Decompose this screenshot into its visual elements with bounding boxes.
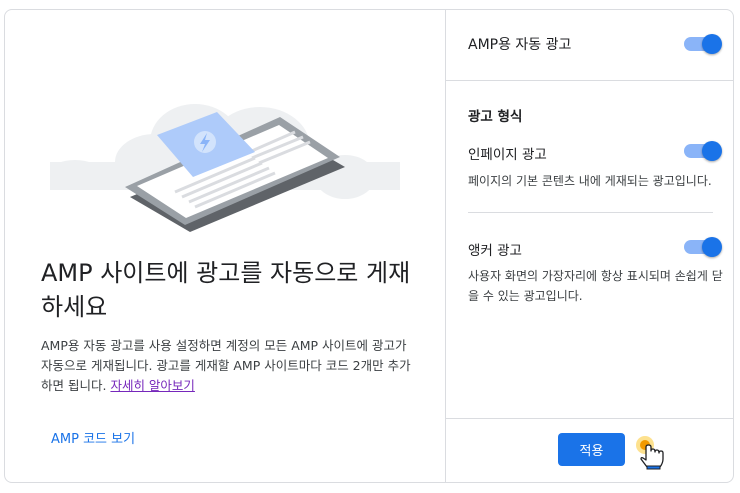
description-text: AMP용 자동 광고를 사용 설정하면 계정의 모든 AMP 사이트에 광고가 …	[41, 338, 411, 393]
phone-ad-illustration	[50, 104, 400, 232]
page-description: AMP용 자동 광고를 사용 설정하면 계정의 모든 AMP 사이트에 광고가 …	[41, 336, 421, 396]
anchor-ads-description: 사용자 화면의 가장자리에 항상 표시되며 손쉽게 닫을 수 있는 광고입니다.	[468, 269, 723, 303]
settings-panel: AMP용 자동 광고 광고 형식 인페이지 광고 페이지의 기본 콘텐츠 내에 …	[446, 10, 733, 482]
ad-formats-title: 광고 형식	[468, 109, 523, 125]
amp-auto-ads-card: AMP 사이트에 광고를 자동으로 게재하세요 AMP용 자동 광고를 사용 설…	[4, 9, 734, 483]
in-page-ads-label: 인페이지 광고	[468, 147, 547, 163]
auto-ads-label: AMP용 자동 광고	[468, 37, 572, 53]
view-amp-code-button[interactable]: AMP 코드 보기	[45, 422, 141, 453]
anchor-ads-toggle[interactable]	[684, 237, 722, 257]
in-page-ads-description: 페이지의 기본 콘텐츠 내에 게재되는 광고입니다.	[468, 174, 712, 188]
toggle-knob	[702, 237, 722, 257]
toggle-knob	[702, 141, 722, 161]
apply-button[interactable]: 적용	[558, 433, 625, 466]
intro-panel: AMP 사이트에 광고를 자동으로 게재하세요 AMP용 자동 광고를 사용 설…	[5, 10, 445, 482]
auto-ads-row: AMP용 자동 광고	[446, 10, 733, 81]
hand-pointer-icon	[636, 436, 664, 470]
in-page-ads-toggle[interactable]	[684, 141, 722, 161]
toggle-knob	[702, 34, 722, 54]
auto-ads-toggle[interactable]	[684, 34, 722, 54]
section-separator	[468, 212, 713, 213]
panel-footer: 적용	[446, 418, 733, 482]
anchor-ads-label: 앵커 광고	[468, 243, 522, 259]
page-headline: AMP 사이트에 광고를 자동으로 게재하세요	[41, 259, 411, 321]
learn-more-link[interactable]: 자세히 알아보기	[110, 378, 194, 393]
